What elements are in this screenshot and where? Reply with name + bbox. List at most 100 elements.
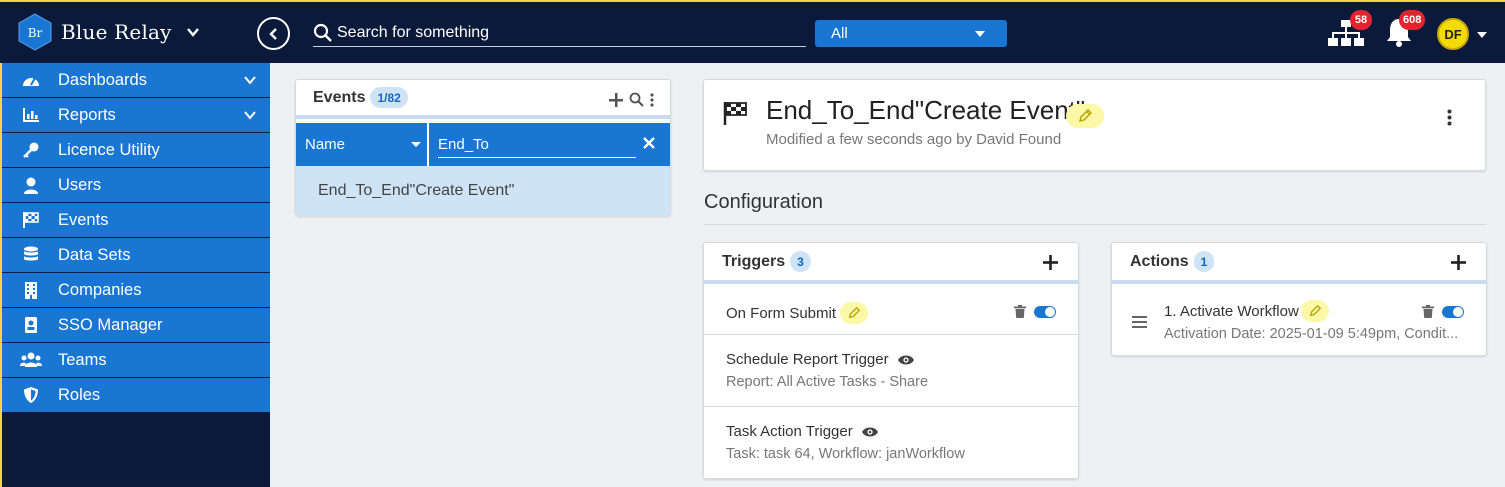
events-panel: Events 1/82 Name End_To_End"Create Event…: [295, 79, 671, 216]
search-scope-select[interactable]: All: [815, 20, 1007, 47]
checkered-flag-icon: [20, 210, 42, 230]
trigger-item[interactable]: On Form Submit: [704, 288, 1078, 335]
pencil-icon: [1078, 108, 1093, 123]
trigger-name: Schedule Report Trigger: [726, 351, 889, 368]
event-title: End_To_End"Create Event": [766, 95, 1086, 125]
trash-icon[interactable]: [1014, 305, 1026, 318]
sidebar-item-label: Reports: [58, 105, 116, 124]
sidebar-item-companies[interactable]: Companies: [2, 273, 270, 308]
sidebar-item-dashboards[interactable]: Dashboards: [2, 63, 270, 98]
user-avatar[interactable]: DF: [1437, 18, 1469, 50]
pencil-icon: [848, 306, 861, 319]
brand-switcher[interactable]: Br Blue Relay: [18, 12, 200, 52]
shield-icon: [20, 385, 42, 405]
network-button[interactable]: 58: [1328, 10, 1372, 55]
events-filter-row: Name: [296, 123, 670, 166]
filter-value-input[interactable]: [438, 131, 636, 158]
more-options-icon[interactable]: [650, 92, 654, 107]
events-panel-title: Events: [313, 88, 366, 106]
event-detail-card: End_To_End"Create Event" Modified a few …: [703, 79, 1486, 171]
edit-title-button[interactable]: [1066, 104, 1104, 128]
sidebar-item-users[interactable]: Users: [2, 168, 270, 203]
brand-logo: Br: [18, 13, 52, 51]
database-icon: [20, 245, 42, 265]
sidebar-item-label: Companies: [58, 280, 142, 299]
sidebar-item-label: Dashboards: [58, 70, 147, 89]
trigger-item[interactable]: Task Action Trigger Task: task 64, Workf…: [704, 407, 1078, 479]
sidebar-item-events[interactable]: Events: [2, 203, 270, 238]
caret-down-icon: [411, 142, 421, 147]
building-icon: [20, 280, 42, 300]
chevron-down-icon: [186, 28, 199, 37]
triggers-header: Triggers 3: [704, 243, 1078, 284]
action-name: 1. Activate Workflow: [1164, 302, 1299, 320]
sidebar-item-label: Licence Utility: [58, 140, 160, 159]
divider: [704, 224, 1486, 225]
trigger-name: Task Action Trigger: [726, 423, 853, 440]
triggers-title: Triggers: [722, 252, 786, 270]
search-events-icon[interactable]: [629, 92, 644, 107]
key-icon: [20, 140, 42, 160]
action-item[interactable]: 1. Activate Workflow Activation Date: 20…: [1112, 288, 1486, 356]
actions-header: Actions 1: [1112, 243, 1486, 284]
sidebar: Dashboards Reports Licence Utility Users…: [0, 63, 270, 487]
chevron-left-icon: [268, 27, 277, 40]
trigger-name-row: Task Action Trigger: [726, 423, 1078, 440]
caret-down-icon: [975, 31, 985, 37]
chevron-down-icon: [244, 111, 256, 120]
filter-field-select[interactable]: Name: [296, 123, 429, 166]
trigger-name-row: Schedule Report Trigger: [726, 351, 1078, 368]
gauge-icon: [20, 70, 42, 90]
action-enabled-toggle[interactable]: [1442, 305, 1464, 318]
user-icon: [20, 175, 42, 195]
trigger-enabled-toggle[interactable]: [1034, 305, 1056, 318]
notification-count-badge: 608: [1399, 10, 1426, 30]
notifications-button[interactable]: 608: [1385, 10, 1426, 53]
sidebar-item-data-sets[interactable]: Data Sets: [2, 238, 270, 273]
sidebar-item-label: Data Sets: [58, 245, 131, 264]
search-bar: [313, 19, 806, 47]
configuration-heading: Configuration: [704, 191, 823, 213]
sidebar-item-licence-utility[interactable]: Licence Utility: [2, 133, 270, 168]
sidebar-item-teams[interactable]: Teams: [2, 343, 270, 378]
collapse-sidebar-button[interactable]: [257, 17, 290, 50]
trigger-subtitle: Task: task 64, Workflow: janWorkflow: [726, 446, 965, 462]
event-list-item[interactable]: End_To_End"Create Event": [296, 166, 670, 216]
sidebar-item-label: Events: [58, 210, 109, 229]
clear-filter-icon[interactable]: [642, 136, 656, 150]
bar-chart-icon: [20, 105, 42, 125]
eye-icon[interactable]: [861, 426, 879, 438]
caret-down-icon[interactable]: [1477, 32, 1487, 38]
events-toolbar: [609, 92, 654, 107]
sidebar-item-roles[interactable]: Roles: [2, 378, 270, 413]
eye-icon[interactable]: [897, 354, 915, 366]
checkered-flag-icon: [723, 102, 747, 125]
sidebar-item-label: Teams: [58, 350, 107, 369]
add-action-icon[interactable]: [1451, 255, 1466, 270]
trigger-name: On Form Submit: [726, 304, 837, 322]
trigger-item[interactable]: Schedule Report Trigger Report: All Acti…: [704, 335, 1078, 407]
sidebar-item-label: Users: [58, 175, 102, 194]
sidebar-item-sso-manager[interactable]: SSO Manager: [2, 308, 270, 343]
drag-handle-icon[interactable]: [1132, 316, 1147, 328]
trash-icon[interactable]: [1422, 305, 1434, 318]
add-event-icon[interactable]: [609, 92, 623, 107]
action-subtitle: Activation Date: 2025-01-09 5:49pm, Cond…: [1164, 326, 1459, 342]
add-trigger-icon[interactable]: [1043, 255, 1058, 270]
modified-info: Modified a few seconds ago by David Foun…: [766, 131, 1062, 148]
search-scope-value: All: [831, 25, 848, 42]
sidebar-item-reports[interactable]: Reports: [2, 98, 270, 133]
edit-trigger-button[interactable]: [840, 302, 869, 324]
edit-action-button[interactable]: [1300, 300, 1329, 322]
actions-panel: Actions 1 1. Activate Workflow Activatio…: [1111, 242, 1487, 356]
more-options-icon[interactable]: [1447, 109, 1452, 126]
pencil-icon: [1309, 304, 1321, 317]
brand-logo-text: Br: [28, 26, 43, 40]
search-input[interactable]: [337, 23, 797, 42]
triggers-count-badge: 3: [790, 251, 811, 272]
sidebar-item-label: SSO Manager: [58, 315, 163, 334]
trigger-subtitle: Report: All Active Tasks - Share: [726, 374, 929, 390]
events-count-badge: 1/82: [370, 87, 408, 108]
users-icon: [20, 350, 42, 370]
id-badge-icon: [20, 315, 42, 335]
